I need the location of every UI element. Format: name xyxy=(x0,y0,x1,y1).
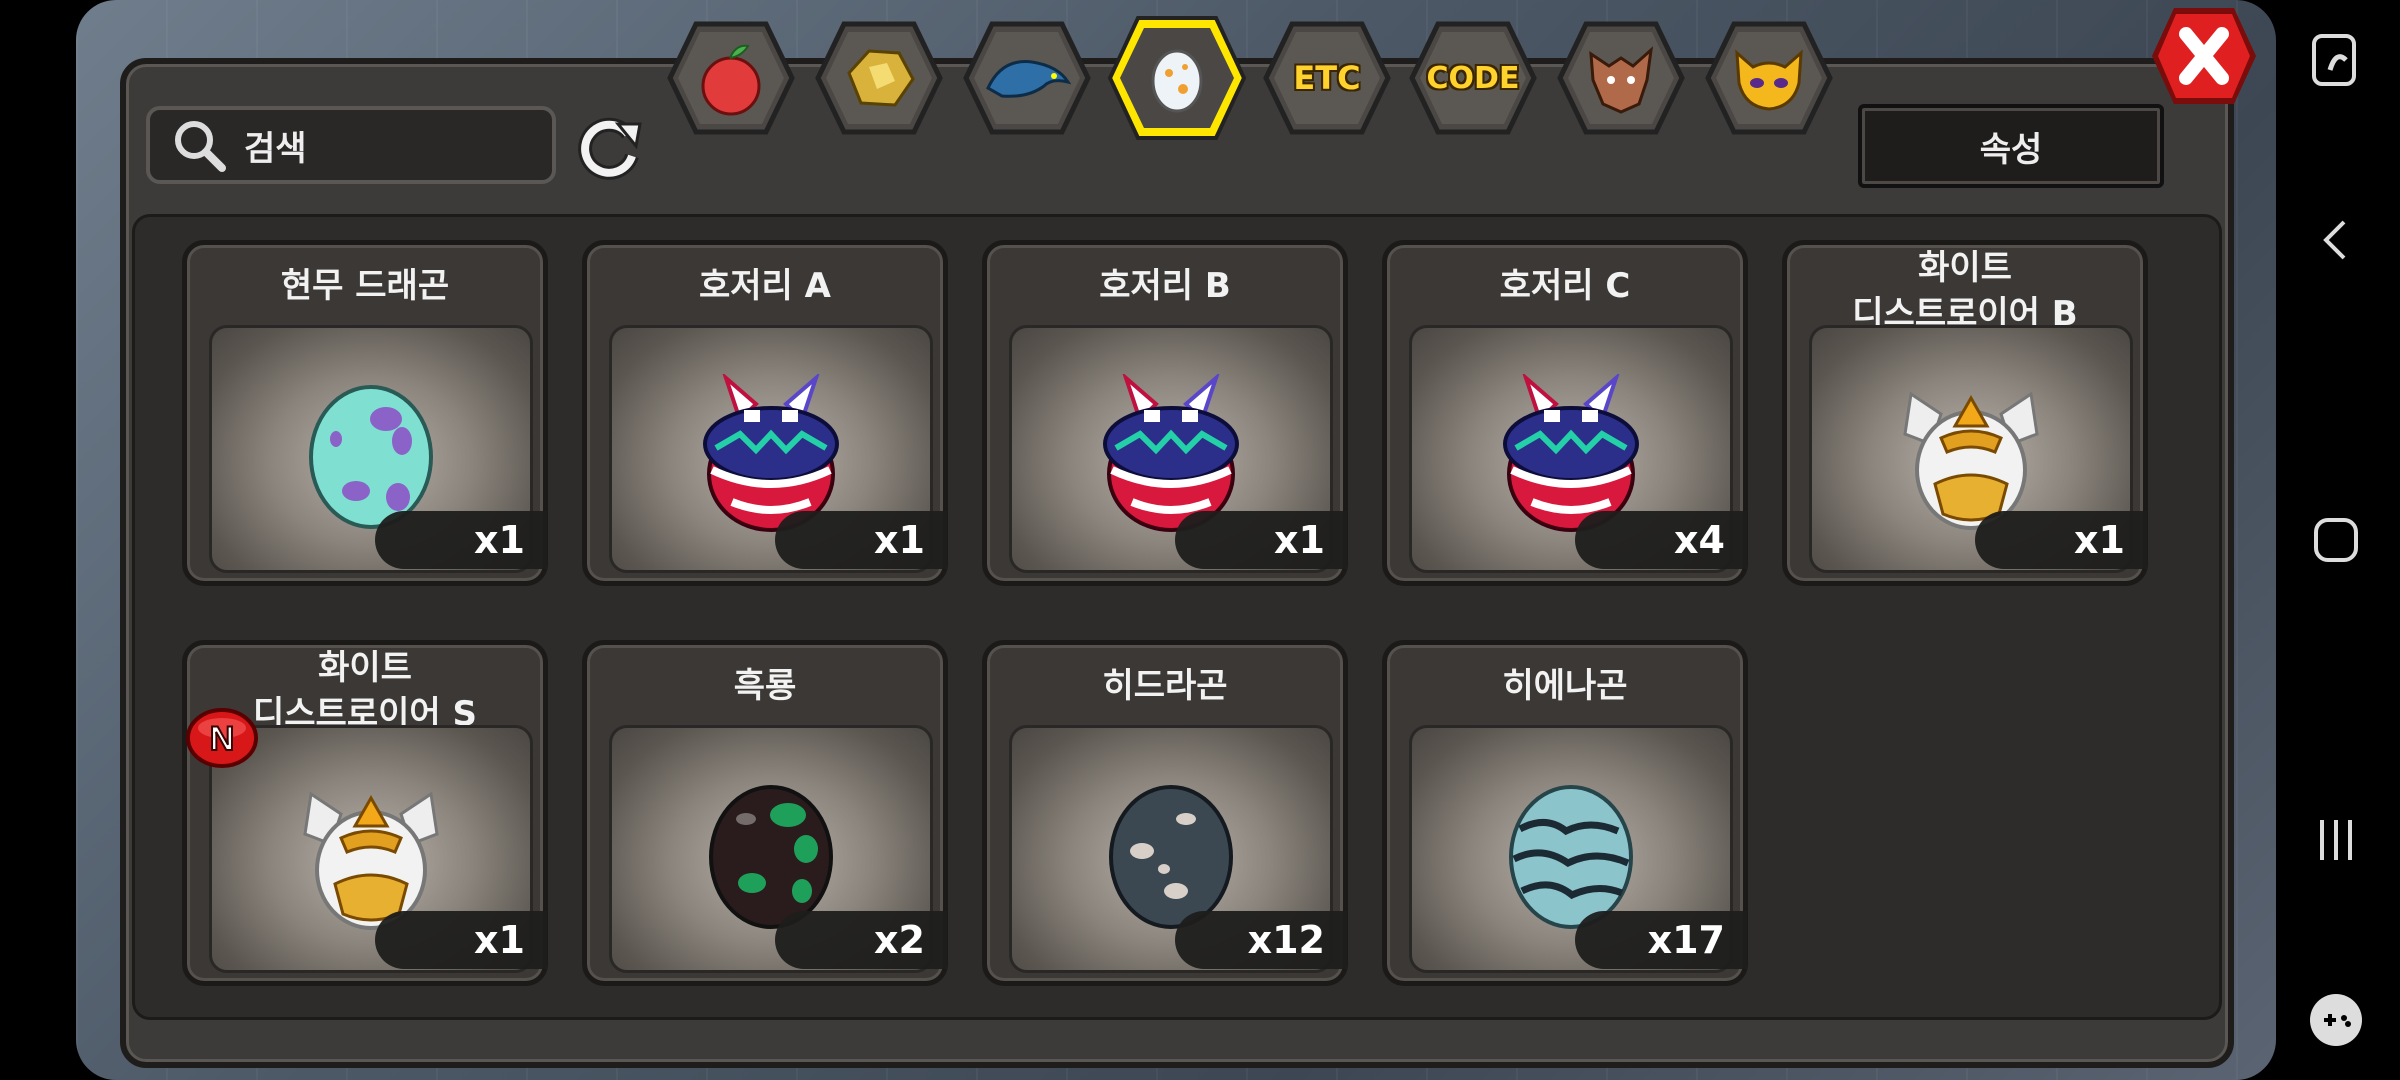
item-quantity: x1 xyxy=(375,911,547,969)
egg-icon xyxy=(1151,49,1203,113)
system-navigation-bar xyxy=(2276,0,2400,1080)
mask-icon xyxy=(1735,49,1803,111)
item-name: 호저리 B xyxy=(1099,266,1231,306)
search-placeholder: 검색 xyxy=(244,128,307,169)
item-quantity: x1 xyxy=(775,511,947,569)
close-icon[interactable] xyxy=(2148,4,2260,108)
hojeori-egg-icon xyxy=(703,373,839,532)
tab-fruit[interactable] xyxy=(666,18,796,138)
fruit-icon xyxy=(701,44,761,116)
item-card[interactable]: 호저리 A x1 xyxy=(582,240,948,586)
white-destroyer-egg-icon xyxy=(303,791,439,930)
striped-blue-egg-icon xyxy=(1509,784,1633,929)
item-card[interactable]: 호저리 C x4 xyxy=(1382,240,1748,586)
tab-ore[interactable] xyxy=(814,18,944,138)
item-card[interactable]: 화이트 디스트로이어 S x1 xyxy=(182,640,548,986)
dragon-icon xyxy=(986,60,1072,98)
back-icon[interactable] xyxy=(2306,210,2366,270)
item-name: 현무 드래곤 xyxy=(280,266,450,306)
item-quantity: x2 xyxy=(775,911,947,969)
item-name: 화이트 디스트로이어 B xyxy=(1787,245,2143,337)
item-quantity: x1 xyxy=(1175,511,1347,569)
item-name: 히에나곤 xyxy=(1502,666,1628,706)
tab-egg[interactable] xyxy=(1106,12,1248,144)
recent-apps-icon[interactable] xyxy=(2306,810,2366,870)
item-card[interactable]: 흑룡 x2 xyxy=(582,640,948,986)
home-icon[interactable] xyxy=(2306,510,2366,570)
teal-purple-egg-icon xyxy=(309,384,433,529)
tab-beast[interactable] xyxy=(1556,18,1686,138)
search-icon xyxy=(175,121,226,172)
item-quantity: x12 xyxy=(1175,911,1347,969)
game-launcher-icon[interactable] xyxy=(2306,990,2366,1050)
item-card[interactable]: 현무 드래곤 x1 xyxy=(182,240,548,586)
new-badge-label: N xyxy=(210,720,235,758)
game-tools-icon[interactable] xyxy=(2306,30,2366,90)
item-name: 흑룡 xyxy=(733,666,797,706)
item-quantity: x17 xyxy=(1575,911,1747,969)
slate-spotted-egg-icon xyxy=(1109,784,1233,929)
item-card[interactable]: 히드라곤 x12 xyxy=(982,640,1348,986)
new-badge: N xyxy=(186,708,258,768)
item-quantity: x4 xyxy=(1575,511,1747,569)
item-quantity: x1 xyxy=(375,511,547,569)
item-quantity: x1 xyxy=(1975,511,2147,569)
tab-mask[interactable] xyxy=(1704,18,1834,138)
item-name: 호저리 A xyxy=(699,266,831,306)
item-name: 히드라곤 xyxy=(1102,666,1228,706)
item-name-line1: 화이트 xyxy=(318,648,412,688)
item-card[interactable]: 히에나곤 x17 xyxy=(1382,640,1748,986)
tab-etc[interactable]: ETC xyxy=(1262,18,1392,138)
tab-dragon[interactable] xyxy=(962,18,1092,138)
white-destroyer-egg-icon xyxy=(1903,391,2039,530)
ore-icon xyxy=(847,49,915,107)
tab-code[interactable]: CODE xyxy=(1408,18,1538,138)
item-name: 호저리 C xyxy=(1499,266,1631,306)
refresh-icon[interactable] xyxy=(574,116,648,180)
hojeori-egg-icon xyxy=(1103,373,1239,532)
attribute-button[interactable]: 속성 xyxy=(1858,104,2164,188)
tab-etc-label: ETC xyxy=(1293,59,1361,97)
beast-icon xyxy=(1589,46,1654,114)
item-card[interactable]: 화이트 디스트로이어 B x1 xyxy=(1782,240,2148,586)
search-field[interactable]: 검색 xyxy=(146,106,556,184)
hojeori-egg-icon xyxy=(1503,373,1639,532)
tab-code-label: CODE xyxy=(1426,60,1520,96)
black-green-egg-icon xyxy=(709,784,833,929)
item-card[interactable]: 호저리 B x1 xyxy=(982,240,1348,586)
item-name-line1: 화이트 xyxy=(1918,248,2012,288)
